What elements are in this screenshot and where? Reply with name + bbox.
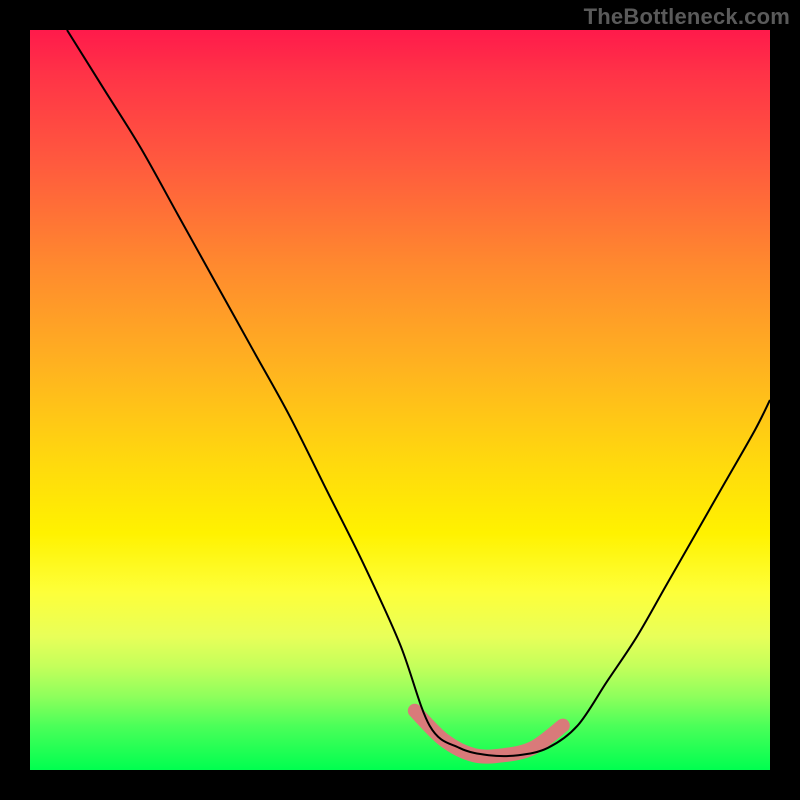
attribution-label: TheBottleneck.com xyxy=(584,4,790,30)
plot-area xyxy=(30,30,770,770)
curve-svg xyxy=(30,30,770,770)
bottleneck-curve xyxy=(67,30,770,756)
chart-container: TheBottleneck.com xyxy=(0,0,800,800)
